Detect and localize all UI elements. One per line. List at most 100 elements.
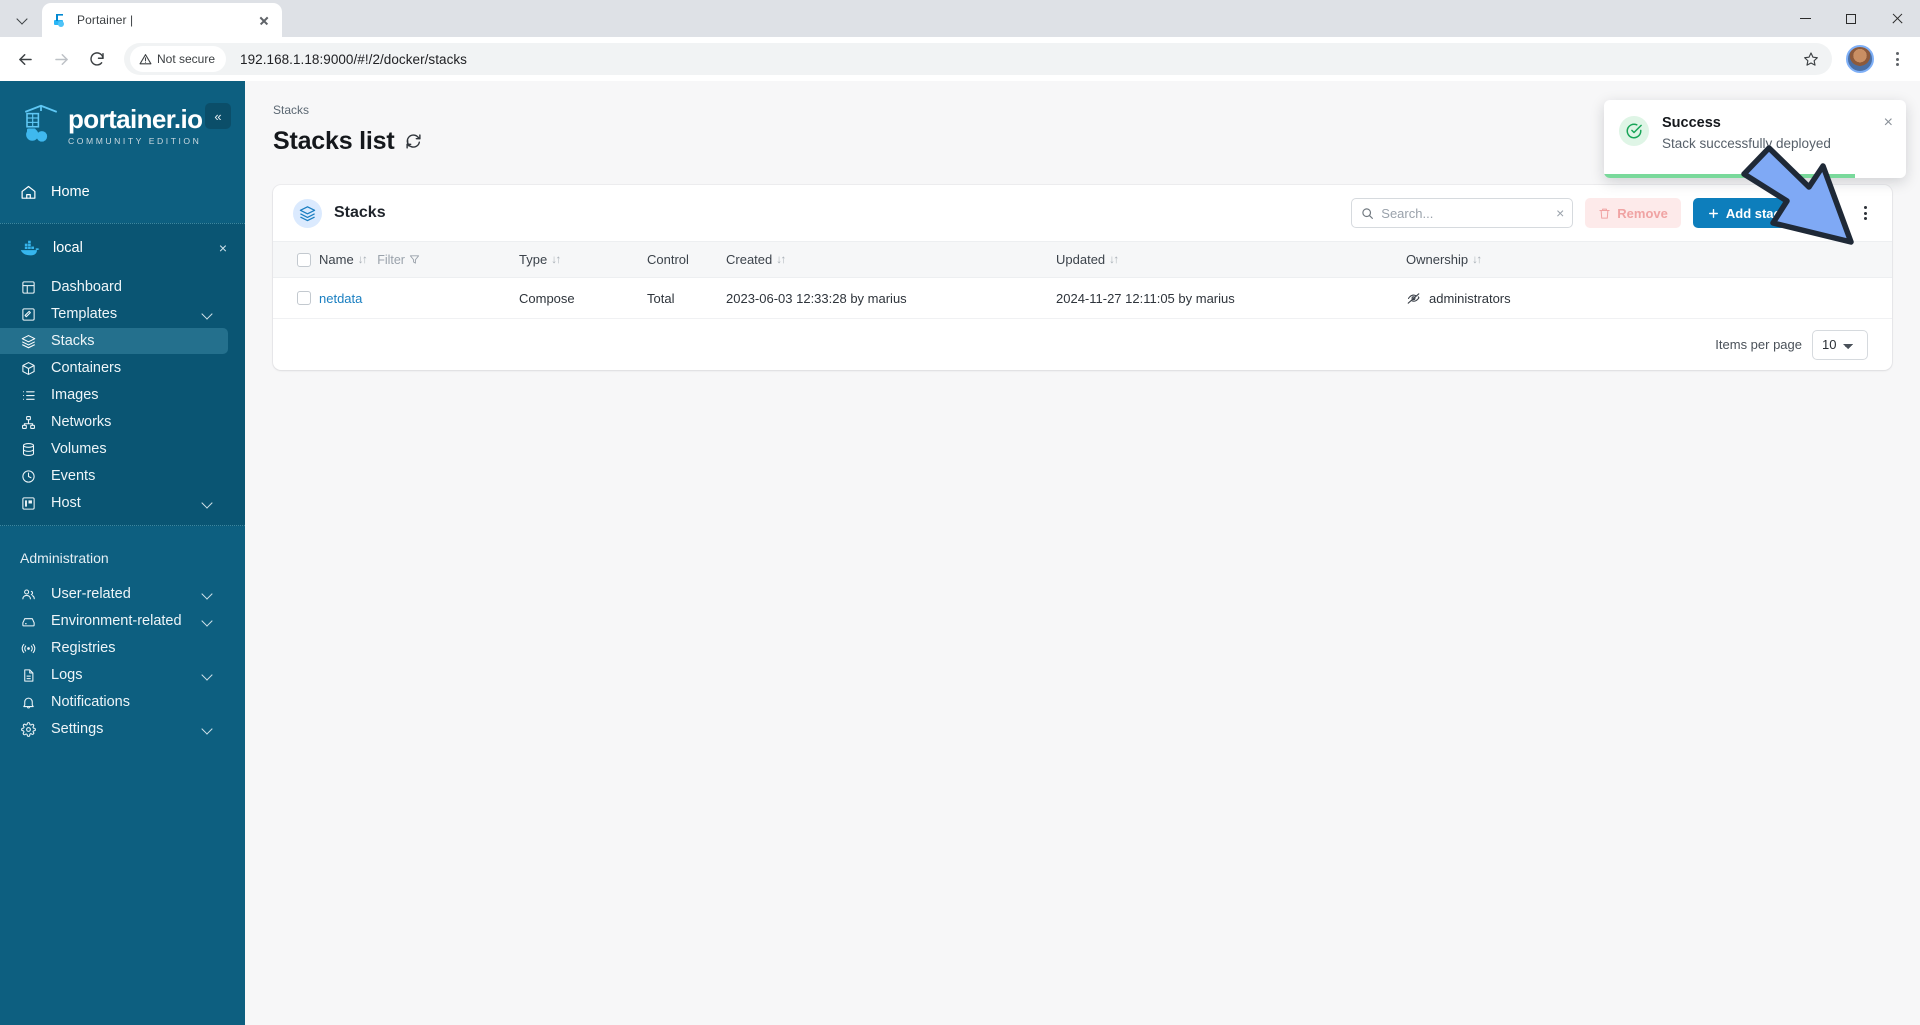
profile-avatar[interactable] [1846,45,1874,73]
sidebar-item-containers[interactable]: Containers [0,355,228,381]
column-header-control[interactable]: Control [647,242,726,278]
sidebar-item-volumes[interactable]: Volumes [0,436,228,462]
filter-label: Filter [377,252,405,267]
environment-close-icon[interactable]: × [213,238,233,258]
column-label: Name [319,252,354,267]
column-header-name[interactable]: Name ↓↑ Filter [319,242,519,278]
reload-button[interactable] [80,42,114,76]
name-filter-button[interactable]: Filter [377,253,420,267]
sidebar-item-label: Images [51,387,99,403]
site-security-badge[interactable]: Not secure [130,46,227,72]
column-header-created[interactable]: Created ↓↑ [726,242,1056,278]
tab-close-icon[interactable] [255,12,272,29]
sidebar-item-label: Environment-related [51,613,182,629]
sidebar-item-templates[interactable]: Templates [0,301,228,327]
tab-search-button[interactable] [6,4,40,34]
maximize-button[interactable] [1828,0,1874,37]
ownership-label: administrators [1429,290,1511,306]
security-label: Not secure [157,52,216,66]
sidebar-item-settings[interactable]: Settings [0,716,228,742]
sidebar-item-logs[interactable]: Logs [0,662,228,688]
sidebar-item-home[interactable]: Home [0,173,245,211]
minimize-button[interactable] [1782,0,1828,37]
sidebar-item-host[interactable]: Host [0,490,228,516]
column-label: Type [519,252,548,267]
bookmark-button[interactable] [1796,44,1826,74]
items-per-page-select[interactable]: 10 [1812,329,1868,360]
check-circle-icon [1619,116,1649,146]
sidebar-item-label: Templates [51,306,118,322]
logo-wordmark: portainer.io [68,104,203,134]
portainer-crane-logo [24,104,58,142]
dashboard-icon [20,280,37,295]
search-clear-icon[interactable]: × [1556,206,1564,220]
column-header-ownership[interactable]: Ownership ↓↑ [1406,242,1892,278]
sidebar-item-label: Host [51,495,81,511]
row-checkbox[interactable] [297,291,311,305]
sidebar-item-registries[interactable]: Registries [0,635,228,661]
address-bar[interactable]: Not secure 192.168.1.18:9000/#!/2/docker… [124,43,1832,75]
stack-name-link[interactable]: netdata [319,291,362,306]
browser-tab[interactable]: Portainer | [42,3,282,37]
column-header-type[interactable]: Type ↓↑ [519,242,647,278]
card-header: Stacks × Remove [273,185,1892,241]
add-stack-button[interactable]: Add stack [1692,198,1802,228]
filter-funnel-icon [409,255,420,264]
table-row[interactable]: netdata Compose Total 2023-06-03 12:33:2… [273,277,1892,319]
back-button[interactable] [8,42,42,76]
refresh-icon[interactable] [405,133,422,150]
logo-edition: COMMUNITY EDITION [68,136,202,146]
environment-header[interactable]: local × [0,230,245,266]
cell-control: Total [647,277,726,319]
row-select-cell[interactable] [273,277,319,319]
forward-button[interactable] [44,42,78,76]
search-box[interactable]: × [1351,198,1574,228]
select-all-header[interactable] [273,242,319,278]
environment-nav-list: Dashboard Templates Stacks Containers Im… [0,274,245,516]
networks-icon [20,415,37,430]
reload-icon [90,52,104,66]
sidebar-item-label: Volumes [51,441,107,457]
page-title: Stacks list [273,127,395,155]
cell-updated: 2024-11-27 12:11:05 by marius [1056,277,1406,319]
toast-title: Success [1662,115,1721,131]
sidebar-item-dashboard[interactable]: Dashboard [0,274,228,300]
main-content: Stacks Stacks list Stacks Search... × Re… [245,81,1920,1025]
images-icon [20,388,37,403]
columns-layout-icon[interactable] [1814,200,1840,226]
sidebar-item-stacks[interactable]: Stacks [0,328,228,354]
column-header-updated[interactable]: Updated ↓↑ [1056,242,1406,278]
portainer-favicon [54,14,64,27]
docker-whale-icon [20,240,40,255]
sidebar-item-networks[interactable]: Networks [0,409,228,435]
toast-body: Success Stack successfully deployed [1662,115,1831,164]
search-input[interactable] [1381,205,1550,221]
sidebar-item-notifications[interactable]: Notifications [0,689,228,715]
sidebar-item-events[interactable]: Events [0,463,228,489]
browser-menu-button[interactable] [1882,44,1912,74]
stacks-icon [20,334,37,349]
select-all-checkbox[interactable] [297,252,311,267]
events-clock-icon [20,469,37,484]
sidebar-logo[interactable]: portainer.io COMMUNITY EDITION « [0,81,245,147]
sidebar-section-administration: Administration [20,550,109,566]
forward-arrow-icon [54,53,68,65]
window-close-button[interactable] [1874,0,1920,37]
admin-nav-list: User-related Environment-related Registr… [0,580,245,743]
remove-button[interactable]: Remove [1585,198,1681,228]
url-text[interactable]: 192.168.1.18:9000/#!/2/docker/stacks [226,52,1796,67]
sidebar-item-user-related[interactable]: User-related [0,581,228,607]
card-more-button[interactable] [1852,200,1878,226]
tab-title: Portainer | [77,13,134,27]
sidebar-item-images[interactable]: Images [0,382,228,408]
toast-close-icon[interactable]: × [1876,115,1893,164]
stacks-table: Name ↓↑ Filter Type ↓↑ Control Created ↓… [273,241,1892,319]
search-icon [1362,207,1374,219]
stacks-layers-icon [293,198,322,228]
sidebar-item-environment-related[interactable]: Environment-related [0,608,228,634]
eye-off-icon [1407,292,1420,304]
column-label: Updated [1056,252,1106,267]
table-body: netdata Compose Total 2023-06-03 12:33:2… [273,277,1892,319]
sidebar-collapse-button[interactable]: « [205,103,231,129]
environment-name: local [53,240,83,256]
